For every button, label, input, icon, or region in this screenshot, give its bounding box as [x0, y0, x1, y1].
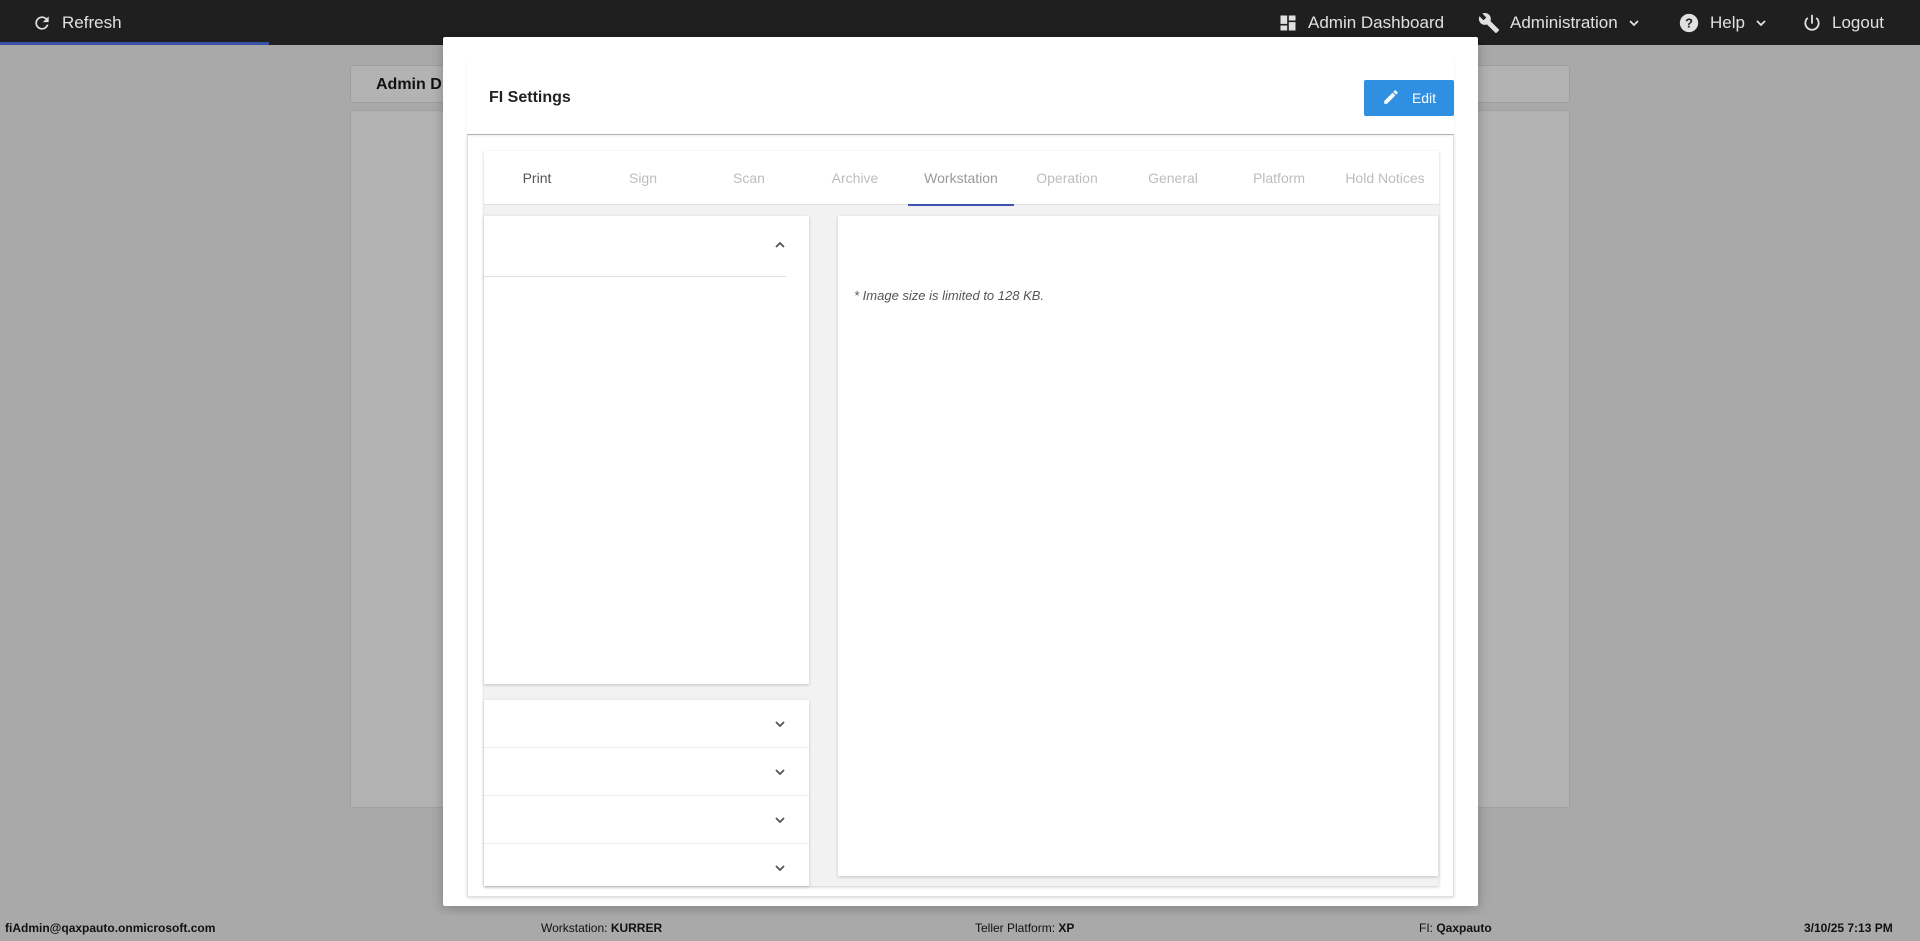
- help-icon: ?: [1678, 12, 1700, 34]
- settings-tabbar: Print Sign Scan Archive Workstation Oper…: [484, 151, 1439, 206]
- modal-body: Print Sign Scan Archive Workstation Oper…: [467, 135, 1454, 897]
- expanded-accordion-panel: [484, 216, 809, 684]
- edit-label: Edit: [1411, 90, 1437, 106]
- accordion-row[interactable]: [484, 796, 809, 844]
- accordion-row[interactable]: [484, 748, 809, 796]
- wrench-icon: [1478, 12, 1500, 34]
- accordion-row[interactable]: [484, 700, 809, 748]
- edit-button[interactable]: Edit: [1364, 80, 1454, 116]
- refresh-icon: [32, 13, 52, 33]
- refresh-button[interactable]: Refresh: [32, 0, 122, 45]
- status-fi: FI: Qaxpauto: [1419, 921, 1492, 935]
- tab-platform[interactable]: Platform: [1226, 151, 1332, 205]
- collapsed-accordion-list: [484, 700, 809, 886]
- help-label: Help: [1710, 12, 1745, 32]
- modal-header: FI Settings Edit: [467, 58, 1454, 135]
- chevron-down-icon: [1628, 17, 1640, 29]
- image-size-note: * Image size is limited to 128 KB.: [854, 288, 1045, 303]
- status-teller-platform: Teller Platform: XP: [975, 921, 1075, 935]
- tab-general[interactable]: General: [1120, 151, 1226, 205]
- chevron-down-icon: [773, 861, 787, 875]
- refresh-label: Refresh: [62, 12, 122, 32]
- accordion-header-expanded[interactable]: [484, 216, 786, 277]
- accordion-row[interactable]: [484, 844, 809, 886]
- tab-print[interactable]: Print: [484, 151, 590, 205]
- chevron-down-icon: [1755, 17, 1767, 29]
- status-datetime: 3/10/25 7:13 PM: [1804, 921, 1893, 935]
- status-workstation: Workstation: KURRER: [541, 921, 663, 935]
- help-menu[interactable]: ? Help: [1678, 0, 1767, 45]
- tab-workstation[interactable]: Workstation: [908, 151, 1014, 206]
- chevron-down-icon: [773, 717, 787, 731]
- tab-scan[interactable]: Scan: [696, 151, 802, 205]
- chevron-up-icon: [773, 238, 787, 252]
- tab-operation[interactable]: Operation: [1014, 151, 1120, 205]
- settings-tabs-card: Print Sign Scan Archive Workstation Oper…: [484, 151, 1439, 886]
- modal-title: FI Settings: [489, 89, 571, 106]
- status-user: fiAdmin@qaxpauto.onmicrosoft.com: [5, 921, 216, 935]
- power-icon: [1802, 13, 1822, 33]
- admin-dashboard-label: Admin Dashboard: [1308, 12, 1445, 32]
- pencil-icon: [1382, 88, 1400, 109]
- dashboard-icon: [1278, 13, 1298, 33]
- background-page-title: Admin D: [376, 76, 442, 93]
- administration-label: Administration: [1510, 12, 1618, 32]
- logout-label: Logout: [1832, 12, 1884, 32]
- tab-hold-notices[interactable]: Hold Notices: [1332, 151, 1438, 205]
- chevron-down-icon: [773, 765, 787, 779]
- workstation-settings-panel: * Image size is limited to 128 KB.: [838, 216, 1438, 876]
- administration-menu[interactable]: Administration: [1478, 0, 1640, 45]
- logout-button[interactable]: Logout: [1802, 0, 1884, 45]
- chevron-down-icon: [773, 813, 787, 827]
- status-bar: fiAdmin@qaxpauto.onmicrosoft.com Worksta…: [0, 915, 1920, 941]
- tab-archive[interactable]: Archive: [802, 151, 908, 205]
- tab-sign[interactable]: Sign: [590, 151, 696, 205]
- fi-settings-modal: FI Settings Edit Print Sign Scan Archive…: [443, 37, 1478, 906]
- svg-text:?: ?: [1685, 15, 1693, 30]
